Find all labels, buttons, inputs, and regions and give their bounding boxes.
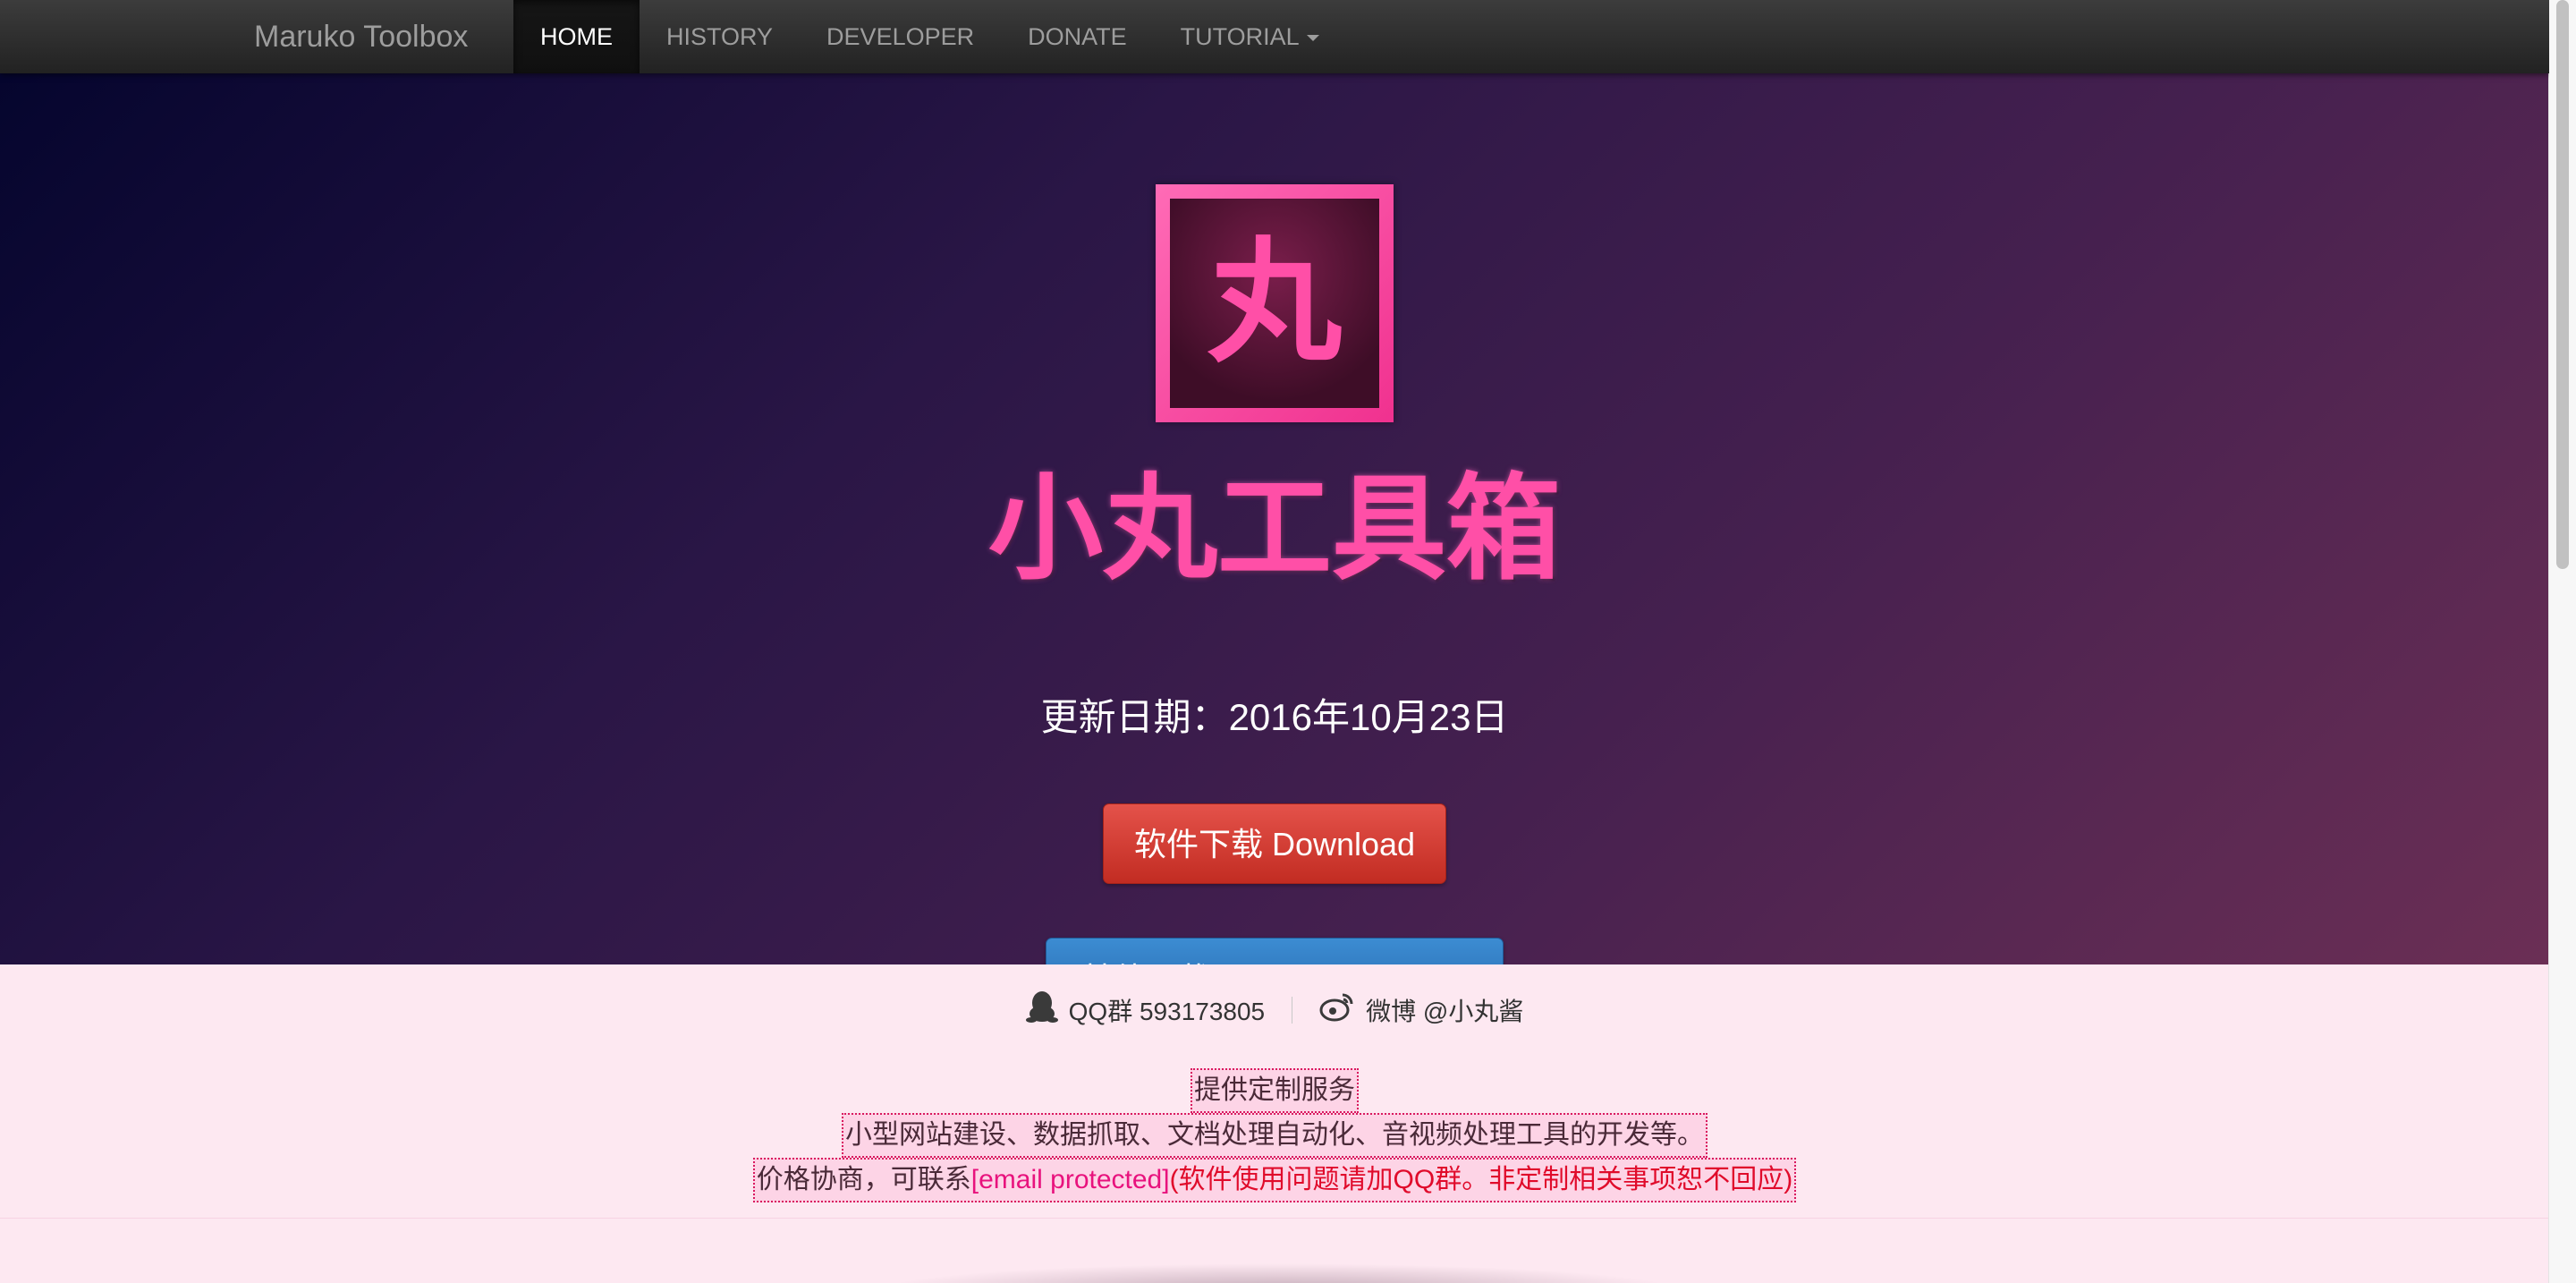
nav-item-donate[interactable]: DONATE <box>1001 0 1154 73</box>
custom-service-desc: 小型网站建设、数据抓取、文档处理自动化、音视频处理工具的开发等。 <box>842 1113 1707 1158</box>
update-date: 更新日期：2016年10月23日 <box>1040 696 1509 738</box>
nav-menu: HOME HISTORY DEVELOPER DONATE TUTORIAL <box>513 0 1346 73</box>
weibo-account[interactable]: 微博 @小丸酱 <box>1319 991 1523 1028</box>
custom-service-title: 提供定制服务 <box>1191 1068 1359 1113</box>
download-button[interactable]: 软件下载 Download <box>1103 803 1446 884</box>
contact-note: (软件使用问题请加QQ群。非定制相关事项恕不回应) <box>1169 1165 1793 1194</box>
nav-item-developer[interactable]: DEVELOPER <box>800 0 1001 73</box>
logo-glyph: 丸 <box>1207 225 1342 381</box>
weibo-label: 微博 @小丸酱 <box>1366 997 1524 1025</box>
hero-section: 丸 小丸工具箱 更新日期：2016年10月23日 软件下载 Download 其… <box>0 73 2549 1020</box>
nav-item-history[interactable]: HISTORY <box>640 0 800 73</box>
nav-item-tutorial-label: TUTORIAL <box>1180 23 1300 50</box>
logo-inner: 丸 <box>1170 199 1379 408</box>
weibo-icon <box>1319 991 1355 1028</box>
contact-line: 价格协商，可联系[email protected](软件使用问题请加QQ群。非定… <box>752 1158 1797 1202</box>
maruko-logo: 丸 <box>1156 184 1394 422</box>
qq-penguin-icon <box>1025 990 1058 1030</box>
top-navbar: Maruko Toolbox HOME HISTORY DEVELOPER DO… <box>0 0 2549 73</box>
page: Maruko Toolbox HOME HISTORY DEVELOPER DO… <box>0 0 2549 1283</box>
qq-group-label: QQ群 593173805 <box>1068 997 1266 1025</box>
nav-item-home[interactable]: HOME <box>513 0 640 73</box>
scrollbar-thumb[interactable] <box>2556 0 2569 569</box>
contact-prefix: 价格协商，可联系 <box>756 1165 971 1194</box>
caret-down-icon <box>1306 35 1319 42</box>
brand-link[interactable]: Maruko Toolbox <box>254 0 468 73</box>
footer-section: QQ群 593173805 微博 @小丸酱 提供定制服务 小型网站建设、数据抓取… <box>0 964 2549 1219</box>
page-title: 小丸工具箱 <box>987 465 1561 593</box>
social-links: QQ群 593173805 微博 @小丸酱 <box>0 990 2549 1030</box>
vertical-scrollbar[interactable] <box>2548 0 2576 1283</box>
qq-group[interactable]: QQ群 593173805 <box>1025 990 1266 1030</box>
email-link[interactable]: [email protected] <box>971 1165 1170 1194</box>
custom-service-notice: 提供定制服务 小型网站建设、数据抓取、文档处理自动化、音视频处理工具的开发等。 … <box>0 1068 2549 1202</box>
next-section <box>0 1219 2549 1283</box>
section-shadow <box>877 1263 1682 1283</box>
nav-item-tutorial[interactable]: TUTORIAL <box>1154 0 1346 73</box>
